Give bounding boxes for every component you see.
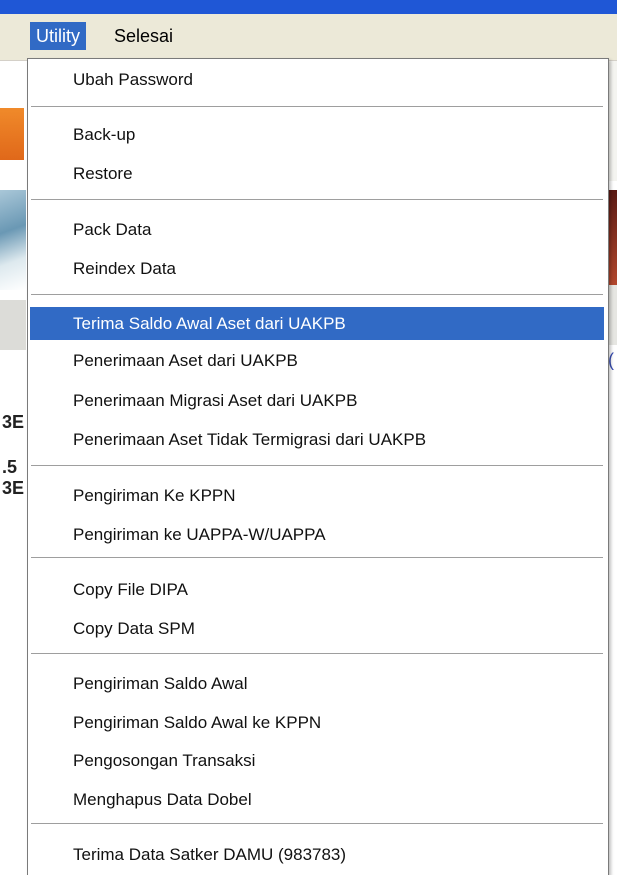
background-panel — [0, 300, 26, 350]
menu-item-copy-data-spm[interactable]: Copy Data SPM — [30, 612, 604, 645]
menu-separator — [31, 294, 603, 296]
background-text: 3E — [2, 478, 25, 498]
menu-separator — [31, 199, 603, 201]
menu-item-penerimaan-aset-tidak-termigrasi[interactable]: Penerimaan Aset Tidak Termigrasi dari UA… — [30, 423, 604, 456]
menu-item-pengosongan-transaksi[interactable]: Pengosongan Transaksi — [30, 744, 604, 777]
window-title-strip — [0, 0, 617, 14]
menu-item-restore[interactable]: Restore — [30, 157, 604, 190]
menu-separator — [31, 557, 603, 559]
menu-separator — [31, 823, 603, 825]
menu-separator — [31, 106, 603, 108]
menu-item-back-up[interactable]: Back-up — [30, 118, 604, 151]
menu-item-terima-saldo-awal-aset[interactable]: Terima Saldo Awal Aset dari UAKPB — [30, 307, 604, 340]
menu-item-copy-file-dipa[interactable]: Copy File DIPA — [30, 573, 604, 606]
background-banner-dark — [608, 190, 617, 285]
background-banner-orange — [0, 108, 24, 160]
menu-item-menghapus-data-dobel[interactable]: Menghapus Data Dobel — [30, 783, 604, 816]
menu-item-pengiriman-ke-uappa[interactable]: Pengiriman ke UAPPA-W/UAPPA — [30, 518, 604, 551]
background-text: .5 — [2, 457, 18, 477]
menu-separator — [31, 653, 603, 655]
menu-bar: Utility Selesai — [0, 14, 617, 61]
menu-item-pack-data[interactable]: Pack Data — [30, 213, 604, 246]
background-banner-graphic — [0, 190, 26, 290]
menu-item-terima-data-satker-damu[interactable]: Terima Data Satker DAMU (983783) — [30, 838, 604, 871]
menu-item-penerimaan-aset[interactable]: Penerimaan Aset dari UAKPB — [30, 344, 604, 377]
background-window-right — [608, 61, 617, 181]
menu-item-pengiriman-saldo-awal[interactable]: Pengiriman Saldo Awal — [30, 667, 604, 700]
background-panel-right — [608, 285, 617, 345]
utility-dropdown-menu: Ubah Password Back-up Restore Pack Data … — [27, 58, 609, 875]
menu-item-pengiriman-ke-kppn[interactable]: Pengiriman Ke KPPN — [30, 479, 604, 512]
menu-item-penerimaan-migrasi-aset[interactable]: Penerimaan Migrasi Aset dari UAKPB — [30, 384, 604, 417]
menu-item-pengiriman-saldo-awal-ke-kppn[interactable]: Pengiriman Saldo Awal ke KPPN — [30, 706, 604, 739]
menu-selesai[interactable]: Selesai — [108, 22, 179, 50]
menu-utility[interactable]: Utility — [30, 22, 86, 50]
menu-item-ubah-password[interactable]: Ubah Password — [30, 63, 604, 96]
background-text: 3E — [2, 412, 25, 432]
menu-separator — [31, 465, 603, 467]
menu-item-reindex-data[interactable]: Reindex Data — [30, 252, 604, 285]
